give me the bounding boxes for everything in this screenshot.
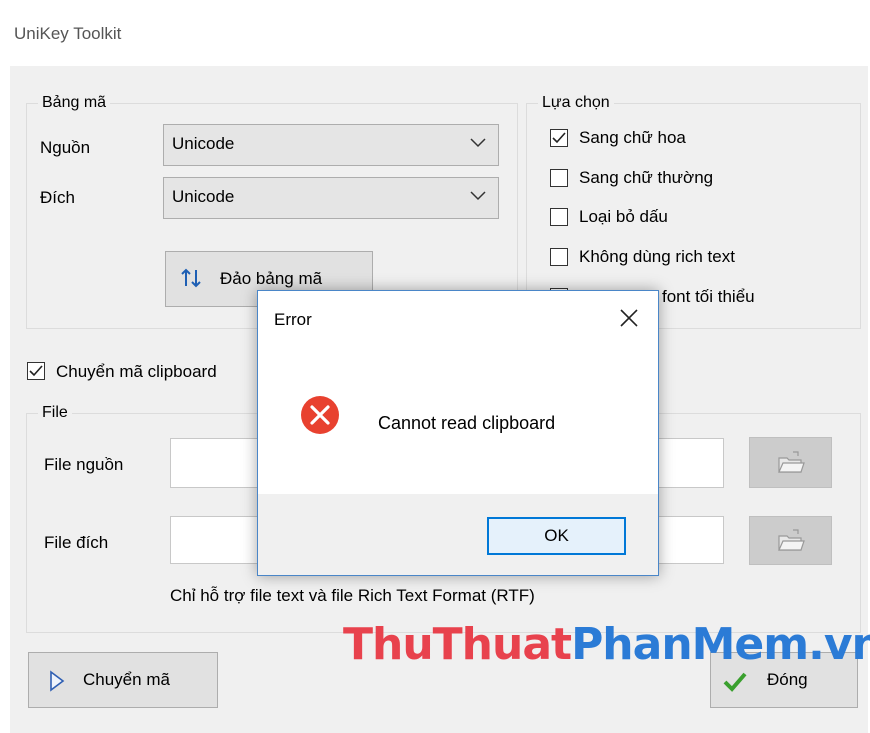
source-charset-select[interactable]: Unicode bbox=[163, 124, 499, 166]
lua-chon-legend: Lựa chọn bbox=[538, 94, 614, 112]
dest-charset-select[interactable]: Unicode bbox=[163, 177, 499, 219]
file-dest-label: File đích bbox=[44, 533, 109, 552]
clipboard-option[interactable]: Chuyển mã clipboard bbox=[27, 360, 257, 384]
source-charset-value: Unicode bbox=[172, 134, 235, 153]
checkmark-icon bbox=[723, 672, 747, 692]
option-uppercase-label: Sang chữ hoa bbox=[579, 128, 686, 147]
close-label: Đóng bbox=[767, 670, 808, 689]
option-lowercase-label: Sang chữ thường bbox=[579, 168, 714, 187]
browse-source-button[interactable] bbox=[749, 437, 832, 488]
checkbox-lowercase[interactable] bbox=[550, 169, 568, 187]
dest-charset-value: Unicode bbox=[172, 187, 235, 206]
file-format-note: Chỉ hỗ trợ file text và file Rich Text F… bbox=[170, 586, 535, 605]
error-dialog: Error Cannot read clipboard OK bbox=[257, 290, 659, 576]
chevron-down-icon bbox=[470, 191, 486, 201]
file-legend: File bbox=[38, 404, 72, 422]
checkbox-uppercase[interactable] bbox=[550, 129, 568, 147]
convert-label: Chuyển mã bbox=[83, 670, 170, 689]
watermark-part2: PhanMem bbox=[571, 619, 809, 670]
clipboard-label: Chuyển mã clipboard bbox=[56, 362, 217, 381]
watermark: ThuThuatPhanMem.vn bbox=[343, 619, 870, 670]
option-uppercase[interactable]: Sang chữ hoa bbox=[550, 127, 850, 151]
option-remove-accents[interactable]: Loại bỏ dấu bbox=[550, 206, 850, 230]
source-charset-label: Nguồn bbox=[40, 138, 91, 157]
play-triangle-icon bbox=[50, 670, 65, 692]
open-folder-icon bbox=[778, 451, 805, 473]
ok-button[interactable]: OK bbox=[487, 517, 626, 555]
browse-dest-button[interactable] bbox=[749, 516, 832, 565]
file-source-label: File nguồn bbox=[44, 455, 124, 474]
watermark-part1: ThuThuat bbox=[343, 619, 572, 670]
dialog-title: Error bbox=[274, 310, 312, 329]
error-icon bbox=[301, 396, 339, 434]
bang-ma-legend: Bảng mã bbox=[38, 94, 111, 112]
dest-charset-label: Đích bbox=[40, 188, 75, 207]
option-lowercase[interactable]: Sang chữ thường bbox=[550, 167, 850, 191]
close-icon[interactable] bbox=[618, 307, 640, 329]
option-minimal-font-label: font tối thiểu bbox=[662, 287, 755, 306]
convert-button[interactable]: Chuyển mã bbox=[28, 652, 218, 708]
open-folder-icon bbox=[778, 529, 805, 551]
option-remove-accents-label: Loại bỏ dấu bbox=[579, 207, 668, 226]
swap-arrows-icon bbox=[181, 268, 201, 288]
chevron-down-icon bbox=[470, 138, 486, 148]
option-no-rich-text[interactable]: Không dùng rich text bbox=[550, 246, 850, 270]
checkbox-no-rich-text[interactable] bbox=[550, 248, 568, 266]
checkmark-icon bbox=[29, 365, 43, 377]
option-no-rich-text-label: Không dùng rich text bbox=[579, 247, 735, 266]
checkbox-clipboard[interactable] bbox=[27, 362, 45, 380]
window-title: UniKey Toolkit bbox=[14, 24, 122, 43]
checkmark-icon bbox=[552, 132, 566, 144]
swap-charset-label: Đảo bảng mã bbox=[220, 269, 323, 288]
checkbox-remove-accents[interactable] bbox=[550, 208, 568, 226]
watermark-part3: .vn bbox=[808, 619, 870, 670]
dialog-message: Cannot read clipboard bbox=[378, 413, 556, 433]
